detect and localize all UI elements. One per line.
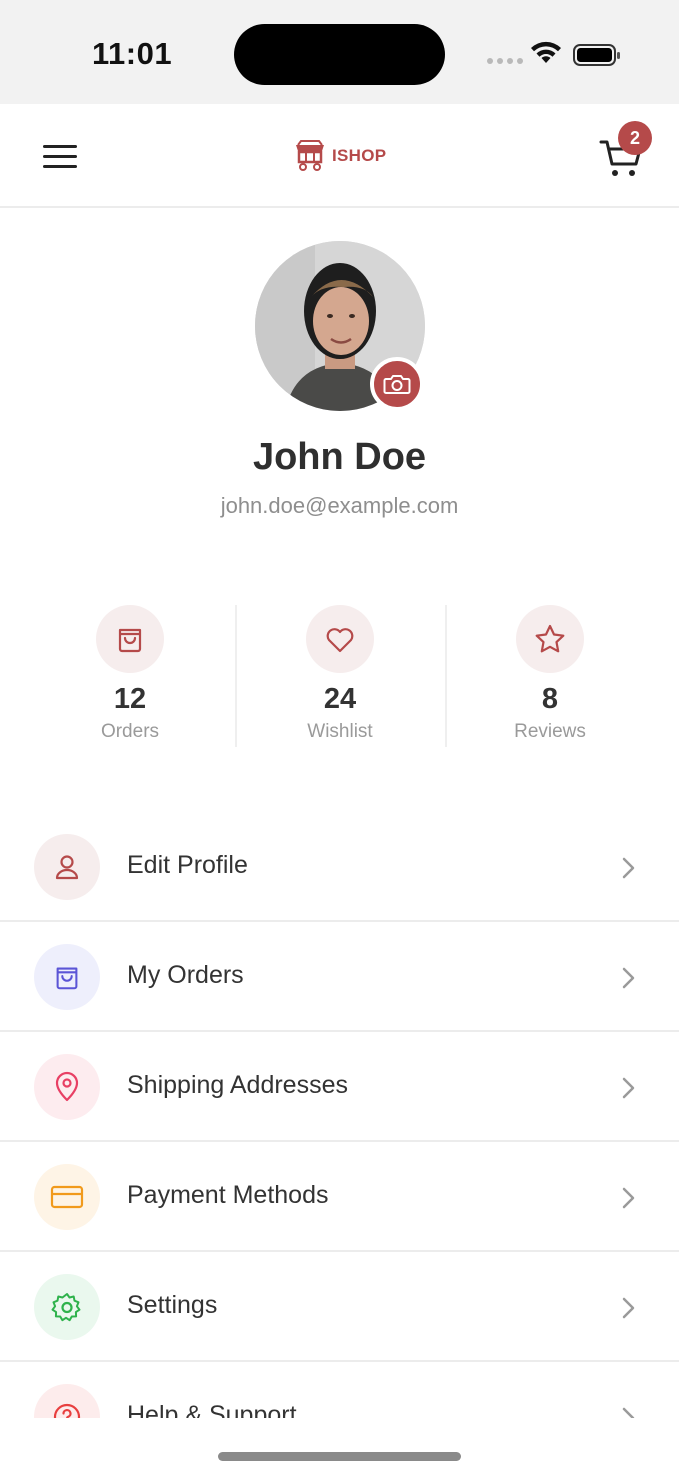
cellular-signal-icon: [487, 58, 523, 64]
stat-orders-value: 12: [113, 683, 147, 715]
profile-stats: 12 Orders 24 Wishlist 8 Reviews: [25, 605, 655, 747]
chevron-right-icon: [622, 1077, 635, 1099]
cart-count-badge: 2: [618, 121, 652, 155]
battery-icon: [573, 44, 620, 66]
shopping-bag-icon: [56, 967, 78, 990]
menu-item-label: My Orders: [127, 961, 244, 989]
account-menu: Edit Profile My Orders Shipping Addresse…: [0, 812, 679, 1418]
shopping-bag-icon: [118, 628, 142, 653]
status-time: 11:01: [92, 36, 173, 71]
chevron-right-icon: [622, 1297, 635, 1319]
stat-orders-label: Orders: [100, 721, 160, 742]
app-header: ISHOP: [0, 104, 679, 208]
profile-name: John Doe: [252, 436, 427, 478]
menu-item-shipping-addresses[interactable]: Shipping Addresses: [0, 1032, 679, 1142]
stat-orders[interactable]: 12 Orders: [25, 605, 235, 747]
status-bar: 11:01: [0, 0, 679, 104]
dynamic-island: [234, 24, 445, 85]
stat-reviews[interactable]: 8 Reviews: [445, 605, 655, 747]
home-indicator[interactable]: [218, 1452, 461, 1461]
location-pin-icon: [55, 1071, 79, 1102]
hamburger-menu-button[interactable]: [38, 138, 82, 174]
credit-card-icon: [50, 1185, 84, 1209]
gear-icon: [51, 1293, 81, 1322]
stat-wishlist[interactable]: 24 Wishlist: [235, 605, 445, 747]
menu-item-payment-methods[interactable]: Payment Methods: [0, 1142, 679, 1252]
menu-item-my-orders[interactable]: My Orders: [0, 922, 679, 1032]
user-icon: [55, 855, 79, 880]
menu-item-settings[interactable]: Settings: [0, 1252, 679, 1362]
menu-item-help-support[interactable]: Help & Support: [0, 1362, 679, 1418]
wifi-icon: [531, 41, 561, 63]
help-circle-icon: [53, 1403, 81, 1418]
menu-item-label: Shipping Addresses: [127, 1071, 348, 1099]
menu-item-label: Help & Support: [127, 1401, 297, 1418]
stat-reviews-label: Reviews: [514, 721, 586, 742]
stat-reviews-value: 8: [541, 683, 559, 715]
stat-wishlist-label: Wishlist: [307, 721, 373, 742]
menu-item-edit-profile[interactable]: Edit Profile: [0, 812, 679, 922]
camera-icon: [383, 375, 411, 394]
chevron-right-icon: [622, 1407, 635, 1418]
menu-item-label: Settings: [127, 1291, 218, 1319]
chevron-right-icon: [622, 857, 635, 879]
star-icon: [535, 624, 565, 653]
logo-text: ISHOP: [332, 146, 387, 165]
change-photo-button[interactable]: [370, 357, 424, 411]
menu-item-label: Edit Profile: [127, 851, 248, 879]
chevron-right-icon: [622, 967, 635, 989]
menu-item-label: Payment Methods: [127, 1181, 329, 1209]
chevron-right-icon: [622, 1187, 635, 1209]
heart-icon: [326, 628, 354, 653]
app-logo[interactable]: ISHOP: [292, 138, 386, 174]
profile-email: john.doe@example.com: [220, 493, 459, 518]
shop-cart-logo-icon: [296, 140, 324, 171]
stat-wishlist-value: 24: [323, 683, 357, 715]
